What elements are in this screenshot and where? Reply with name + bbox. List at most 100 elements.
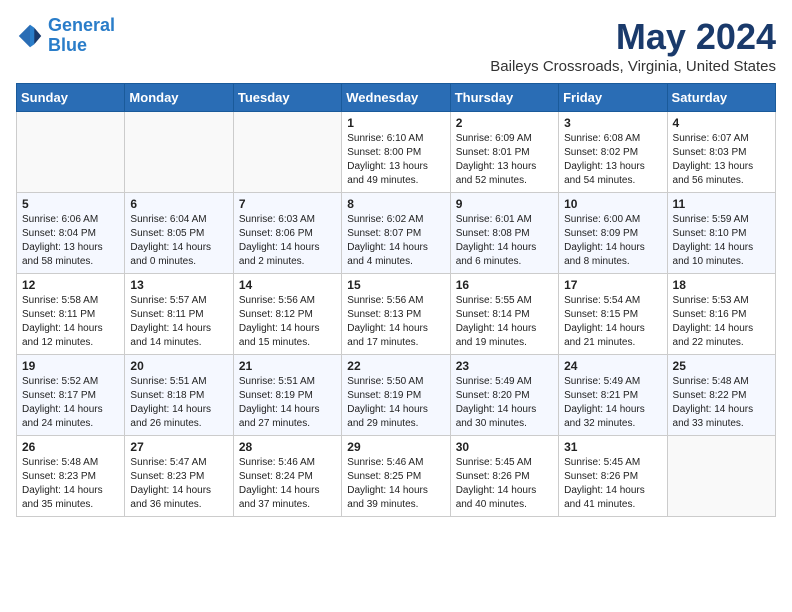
day-number: 6 bbox=[130, 197, 227, 211]
day-number: 9 bbox=[456, 197, 553, 211]
calendar-cell: 21 Sunrise: 5:51 AMSunset: 8:19 PMDayligh… bbox=[233, 355, 341, 436]
logo: General Blue bbox=[16, 16, 115, 56]
calendar-cell: 9 Sunrise: 6:01 AMSunset: 8:08 PMDaylight… bbox=[450, 193, 558, 274]
day-number: 30 bbox=[456, 440, 553, 454]
day-number: 2 bbox=[456, 116, 553, 130]
day-info: Sunrise: 5:52 AMSunset: 8:17 PMDaylight:… bbox=[22, 375, 119, 431]
calendar-cell: 8 Sunrise: 6:02 AMSunset: 8:07 PMDaylight… bbox=[342, 193, 450, 274]
day-number: 17 bbox=[564, 278, 661, 292]
calendar-cell: 26Sunrise: 5:48 AMSunset: 8:23 PMDayligh… bbox=[17, 436, 125, 517]
day-info: Sunrise: 5:58 AMSunset: 8:11 PMDaylight:… bbox=[22, 294, 119, 350]
day-info: Sunrise: 5:54 AMSunset: 8:15 PMDaylight:… bbox=[564, 294, 661, 350]
weekday-header-sunday: Sunday bbox=[17, 84, 125, 112]
calendar-cell: 17 Sunrise: 5:54 AMSunset: 8:15 PMDayligh… bbox=[559, 274, 667, 355]
day-info: Sunrise: 6:02 AMSunset: 8:07 PMDaylight:… bbox=[347, 213, 444, 269]
calendar-cell bbox=[667, 436, 775, 517]
calendar-cell: 23 Sunrise: 5:49 AMSunset: 8:20 PMDayligh… bbox=[450, 355, 558, 436]
calendar-cell: 12 Sunrise: 5:58 AMSunset: 8:11 PMDayligh… bbox=[17, 274, 125, 355]
weekday-header-wednesday: Wednesday bbox=[342, 84, 450, 112]
day-number: 20 bbox=[130, 359, 227, 373]
day-number: 1 bbox=[347, 116, 444, 130]
calendar-cell: 16Sunrise: 5:55 AMSunset: 8:14 PMDayligh… bbox=[450, 274, 558, 355]
day-number: 5 bbox=[22, 197, 119, 211]
day-info: Sunrise: 5:56 AMSunset: 8:12 PMDaylight:… bbox=[239, 294, 336, 350]
day-number: 18 bbox=[673, 278, 770, 292]
day-info: Sunrise: 6:09 AMSunset: 8:01 PMDaylight:… bbox=[456, 132, 553, 188]
calendar-cell: 15 Sunrise: 5:56 AMSunset: 8:13 PMDayligh… bbox=[342, 274, 450, 355]
calendar-cell: 24 Sunrise: 5:49 AMSunset: 8:21 PMDayligh… bbox=[559, 355, 667, 436]
calendar-cell: 27Sunrise: 5:47 AMSunset: 8:23 PMDayligh… bbox=[125, 436, 233, 517]
calendar-cell: 11Sunrise: 5:59 AMSunset: 8:10 PMDayligh… bbox=[667, 193, 775, 274]
day-number: 4 bbox=[673, 116, 770, 130]
calendar-week-2: 5 Sunrise: 6:06 AMSunset: 8:04 PMDaylight… bbox=[17, 193, 776, 274]
day-number: 16 bbox=[456, 278, 553, 292]
day-number: 15 bbox=[347, 278, 444, 292]
day-number: 19 bbox=[22, 359, 119, 373]
calendar-cell: 22 Sunrise: 5:50 AMSunset: 8:19 PMDayligh… bbox=[342, 355, 450, 436]
day-info: Sunrise: 6:10 AMSunset: 8:00 PMDaylight:… bbox=[347, 132, 444, 188]
day-number: 31 bbox=[564, 440, 661, 454]
day-number: 14 bbox=[239, 278, 336, 292]
day-info: Sunrise: 5:50 AMSunset: 8:19 PMDaylight:… bbox=[347, 375, 444, 431]
day-info: Sunrise: 6:07 AMSunset: 8:03 PMDaylight:… bbox=[673, 132, 770, 188]
day-number: 11 bbox=[673, 197, 770, 211]
calendar-cell: 10Sunrise: 6:00 AMSunset: 8:09 PMDayligh… bbox=[559, 193, 667, 274]
weekday-header-friday: Friday bbox=[559, 84, 667, 112]
day-number: 10 bbox=[564, 197, 661, 211]
day-info: Sunrise: 6:03 AMSunset: 8:06 PMDaylight:… bbox=[239, 213, 336, 269]
logo-line2: Blue bbox=[48, 35, 87, 55]
calendar-cell: 19 Sunrise: 5:52 AMSunset: 8:17 PMDayligh… bbox=[17, 355, 125, 436]
calendar-cell: 1 Sunrise: 6:10 AMSunset: 8:00 PMDaylight… bbox=[342, 112, 450, 193]
day-info: Sunrise: 5:45 AMSunset: 8:26 PMDaylight:… bbox=[456, 456, 553, 512]
logo-text: General Blue bbox=[48, 16, 115, 56]
day-number: 29 bbox=[347, 440, 444, 454]
month-title: May 2024 bbox=[490, 16, 776, 58]
calendar-week-5: 26Sunrise: 5:48 AMSunset: 8:23 PMDayligh… bbox=[17, 436, 776, 517]
day-number: 8 bbox=[347, 197, 444, 211]
weekday-header-tuesday: Tuesday bbox=[233, 84, 341, 112]
day-number: 23 bbox=[456, 359, 553, 373]
weekday-header-monday: Monday bbox=[125, 84, 233, 112]
day-number: 22 bbox=[347, 359, 444, 373]
day-number: 24 bbox=[564, 359, 661, 373]
day-info: Sunrise: 5:45 AMSunset: 8:26 PMDaylight:… bbox=[564, 456, 661, 512]
day-info: Sunrise: 5:49 AMSunset: 8:21 PMDaylight:… bbox=[564, 375, 661, 431]
location: Baileys Crossroads, Virginia, United Sta… bbox=[490, 58, 776, 75]
calendar-cell: 20 Sunrise: 5:51 AMSunset: 8:18 PMDayligh… bbox=[125, 355, 233, 436]
day-number: 7 bbox=[239, 197, 336, 211]
logo-line1: General bbox=[48, 15, 115, 35]
day-number: 27 bbox=[130, 440, 227, 454]
day-number: 25 bbox=[673, 359, 770, 373]
day-info: Sunrise: 6:04 AMSunset: 8:05 PMDaylight:… bbox=[130, 213, 227, 269]
day-number: 26 bbox=[22, 440, 119, 454]
day-info: Sunrise: 6:01 AMSunset: 8:08 PMDaylight:… bbox=[456, 213, 553, 269]
page-header: General Blue May 2024 Baileys Crossroads… bbox=[16, 16, 776, 75]
day-info: Sunrise: 6:06 AMSunset: 8:04 PMDaylight:… bbox=[22, 213, 119, 269]
day-info: Sunrise: 5:56 AMSunset: 8:13 PMDaylight:… bbox=[347, 294, 444, 350]
day-info: Sunrise: 5:46 AMSunset: 8:25 PMDaylight:… bbox=[347, 456, 444, 512]
day-info: Sunrise: 5:57 AMSunset: 8:11 PMDaylight:… bbox=[130, 294, 227, 350]
day-info: Sunrise: 5:51 AMSunset: 8:19 PMDaylight:… bbox=[239, 375, 336, 431]
calendar-cell: 5 Sunrise: 6:06 AMSunset: 8:04 PMDaylight… bbox=[17, 193, 125, 274]
title-block: May 2024 Baileys Crossroads, Virginia, U… bbox=[490, 16, 776, 75]
calendar-cell: 18Sunrise: 5:53 AMSunset: 8:16 PMDayligh… bbox=[667, 274, 775, 355]
day-number: 12 bbox=[22, 278, 119, 292]
calendar-cell: 29 Sunrise: 5:46 AMSunset: 8:25 PMDayligh… bbox=[342, 436, 450, 517]
calendar-cell: 14 Sunrise: 5:56 AMSunset: 8:12 PMDayligh… bbox=[233, 274, 341, 355]
calendar-cell: 7 Sunrise: 6:03 AMSunset: 8:06 PMDaylight… bbox=[233, 193, 341, 274]
calendar-cell: 6 Sunrise: 6:04 AMSunset: 8:05 PMDaylight… bbox=[125, 193, 233, 274]
weekday-header-row: SundayMondayTuesdayWednesdayThursdayFrid… bbox=[17, 84, 776, 112]
day-info: Sunrise: 5:51 AMSunset: 8:18 PMDaylight:… bbox=[130, 375, 227, 431]
calendar-cell: 2 Sunrise: 6:09 AMSunset: 8:01 PMDaylight… bbox=[450, 112, 558, 193]
day-info: Sunrise: 5:48 AMSunset: 8:22 PMDaylight:… bbox=[673, 375, 770, 431]
weekday-header-thursday: Thursday bbox=[450, 84, 558, 112]
day-info: Sunrise: 5:49 AMSunset: 8:20 PMDaylight:… bbox=[456, 375, 553, 431]
calendar-cell: 4 Sunrise: 6:07 AMSunset: 8:03 PMDaylight… bbox=[667, 112, 775, 193]
calendar-cell bbox=[125, 112, 233, 193]
calendar-week-3: 12 Sunrise: 5:58 AMSunset: 8:11 PMDayligh… bbox=[17, 274, 776, 355]
day-info: Sunrise: 6:08 AMSunset: 8:02 PMDaylight:… bbox=[564, 132, 661, 188]
calendar-cell: 31 Sunrise: 5:45 AMSunset: 8:26 PMDayligh… bbox=[559, 436, 667, 517]
calendar-cell: 30 Sunrise: 5:45 AMSunset: 8:26 PMDayligh… bbox=[450, 436, 558, 517]
day-number: 13 bbox=[130, 278, 227, 292]
day-number: 21 bbox=[239, 359, 336, 373]
